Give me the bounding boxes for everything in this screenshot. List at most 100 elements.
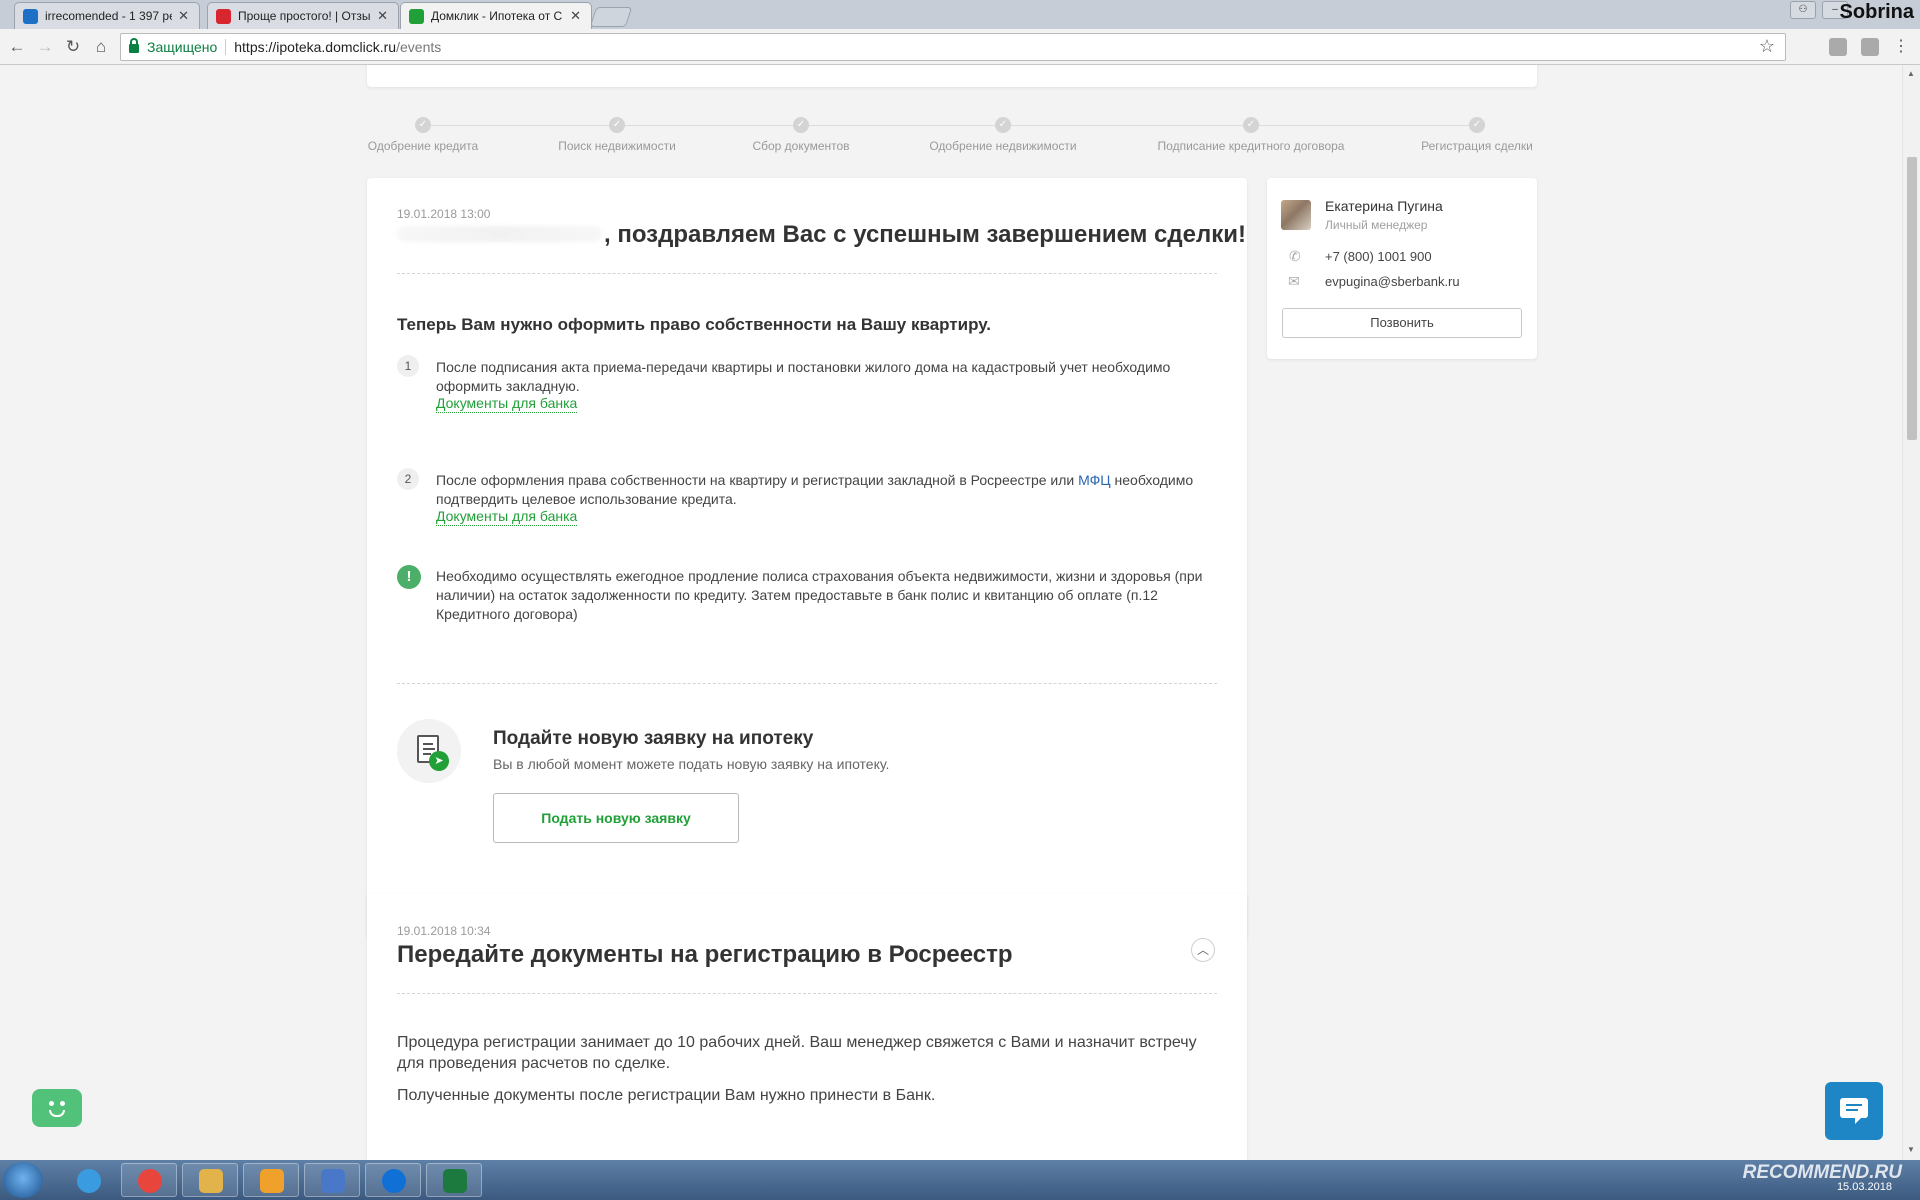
windows-taskbar: RECOMMEND.RU 15.03.2018 <box>0 1160 1920 1200</box>
top-card-edge <box>367 65 1537 87</box>
bank-documents-link[interactable]: Документы для банка <box>436 508 578 526</box>
divider <box>397 993 1217 994</box>
check-icon: ✓ <box>415 117 431 133</box>
taskbar-app-network-icon[interactable] <box>304 1163 360 1197</box>
registration-documents-text: Полученные документы после регистрации В… <box>397 1087 936 1104</box>
call-button[interactable]: Позвонить <box>1282 308 1522 338</box>
address-bar[interactable]: Защищено https://ipoteka.domclick.ru/eve… <box>120 33 1786 61</box>
event-title: , поздравляем Вас с успешным завершением… <box>604 221 1246 248</box>
mfc-link[interactable]: МФЦ <box>1078 472 1111 488</box>
event-card-registration: 19.01.2018 10:34 Передайте документы на … <box>367 894 1247 1160</box>
extension-icon[interactable] <box>1861 38 1879 56</box>
step-label: Подписание кредитного договора <box>1157 139 1345 153</box>
step-credit-approval: ✓ Одобрение кредита <box>367 117 479 153</box>
otzovik-favicon-icon <box>216 8 231 24</box>
event-card-deal-completed: 19.01.2018 13:00 , поздравляем Вас с усп… <box>367 178 1247 939</box>
step-label: Одобрение кредита <box>367 139 479 153</box>
step-property-approval: ✓ Одобрение недвижимости <box>927 117 1079 153</box>
check-icon: ✓ <box>793 117 809 133</box>
irecommend-favicon-icon <box>23 8 38 24</box>
tab-title: Домклик - Ипотека от С <box>431 9 563 23</box>
divider <box>225 39 227 55</box>
mail-icon: ✉ <box>1288 273 1300 289</box>
menu-dots-icon[interactable]: ⋮ <box>1890 36 1912 58</box>
secure-label: Защищено <box>147 39 218 55</box>
check-icon: ✓ <box>1469 117 1485 133</box>
forward-arrow-icon[interactable]: → <box>34 36 56 58</box>
scroll-up-arrow-icon[interactable]: ▲ <box>1907 69 1915 78</box>
step-2-text: После оформления права собственности на … <box>436 471 1226 509</box>
back-arrow-icon[interactable]: ← <box>6 36 28 58</box>
url-path: /events <box>396 39 442 55</box>
step-documents: ✓ Сбор документов <box>751 117 851 153</box>
vertical-scrollbar[interactable]: ▲ ▼ <box>1902 65 1920 1160</box>
home-icon[interactable]: ⌂ <box>90 36 112 58</box>
ownership-subheading: Теперь Вам нужно оформить право собствен… <box>397 315 991 334</box>
bookmark-star-icon[interactable]: ☆ <box>1759 36 1775 57</box>
close-tab-icon[interactable]: ✕ <box>570 8 581 24</box>
close-tab-icon[interactable]: ✕ <box>178 8 189 24</box>
check-icon: ✓ <box>995 117 1011 133</box>
divider <box>397 273 1217 274</box>
manager-email[interactable]: evpugina@sberbank.ru <box>1325 274 1460 289</box>
taskbar-app-teamviewer-icon[interactable] <box>365 1163 421 1197</box>
step-signing: ✓ Подписание кредитного договора <box>1153 117 1349 153</box>
new-tab-button[interactable] <box>589 7 633 27</box>
new-application-title: Подайте новую заявку на ипотеку <box>493 728 814 749</box>
manager-card: Екатерина Пугина Личный менеджер ✆ +7 (8… <box>1267 178 1537 359</box>
insurance-warning-text: Необходимо осуществлять ежегодное продле… <box>436 568 1203 622</box>
step-label: Поиск недвижимости <box>558 139 676 153</box>
taskbar-app-outlook-icon[interactable] <box>243 1163 299 1197</box>
close-tab-icon[interactable]: ✕ <box>377 8 388 24</box>
step-label: Одобрение недвижимости <box>929 139 1077 153</box>
step-label: Регистрация сделки <box>1421 139 1533 153</box>
page-viewport: ✓ Одобрение кредита ✓ Поиск недвижимости… <box>0 65 1902 1160</box>
step-2-text-part: После оформления права собственности на … <box>436 472 1079 488</box>
check-icon: ✓ <box>609 117 625 133</box>
taskbar-app-explorer-icon[interactable] <box>182 1163 238 1197</box>
event-title: Передайте документы на регистрацию в Рос… <box>397 941 1013 968</box>
step-registration: ✓ Регистрация сделки <box>1417 117 1537 153</box>
tab-title: Проще простого! | Отзы <box>238 9 371 23</box>
check-icon: ✓ <box>1243 117 1259 133</box>
chevron-up-icon[interactable]: ︿ <box>1191 938 1215 962</box>
manager-avatar <box>1281 200 1311 230</box>
phone-icon: ✆ <box>1289 248 1301 264</box>
browser-tab-3-active[interactable]: Домклик - Ипотека от С ✕ <box>400 2 592 29</box>
browser-tab-2[interactable]: Проще простого! | Отзы ✕ <box>207 2 399 29</box>
reload-icon[interactable]: ↻ <box>62 36 84 58</box>
step-property-search: ✓ Поиск недвижимости <box>555 117 679 153</box>
step-number-badge: 2 <box>397 468 419 490</box>
send-icon: ➤ <box>429 751 449 771</box>
tray-date: 15.03.2018 <box>1836 1181 1892 1193</box>
manager-role: Личный менеджер <box>1325 218 1428 232</box>
submit-new-application-button[interactable]: Подать новую заявку <box>493 793 739 843</box>
blurred-client-name <box>397 226 602 242</box>
browser-tab-bar: irrecomended - 1 397 ре ✕ Проще простого… <box>0 0 1920 29</box>
profile-icon[interactable]: ⚇ <box>1790 1 1816 19</box>
step-label: Сбор документов <box>752 139 850 153</box>
event-timestamp: 19.01.2018 10:34 <box>397 924 491 938</box>
chat-support-button[interactable] <box>1825 1082 1883 1140</box>
scrollbar-thumb[interactable] <box>1907 157 1917 440</box>
extension-icon[interactable] <box>1829 38 1847 56</box>
chat-bubble-icon <box>1840 1098 1868 1118</box>
lock-icon <box>129 38 139 53</box>
manager-phone[interactable]: +7 (800) 1001 900 <box>1325 249 1432 264</box>
progress-stepper: ✓ Одобрение кредита ✓ Поиск недвижимости… <box>367 117 1537 157</box>
event-timestamp: 19.01.2018 13:00 <box>397 207 491 221</box>
browser-tab-1[interactable]: irrecomended - 1 397 ре ✕ <box>14 2 200 29</box>
bank-documents-link[interactable]: Документы для банка <box>436 395 578 413</box>
divider <box>397 683 1217 684</box>
ie-icon[interactable] <box>60 1163 116 1197</box>
manager-name: Екатерина Пугина <box>1325 198 1443 214</box>
taskbar-app-excel-icon[interactable] <box>426 1163 482 1197</box>
tab-title: irrecomended - 1 397 ре <box>45 9 173 23</box>
browser-toolbar: ← → ↻ ⌂ Защищено https://ipoteka.domclic… <box>0 29 1920 65</box>
scroll-down-arrow-icon[interactable]: ▼ <box>1907 1145 1915 1154</box>
application-document-icon: ➤ <box>397 719 461 783</box>
chatbot-smiley-icon[interactable] <box>32 1089 82 1127</box>
windows-start-icon[interactable] <box>3 1162 43 1198</box>
chat-bubble-tail <box>1855 1117 1862 1124</box>
taskbar-app-chrome-icon[interactable] <box>121 1163 177 1197</box>
